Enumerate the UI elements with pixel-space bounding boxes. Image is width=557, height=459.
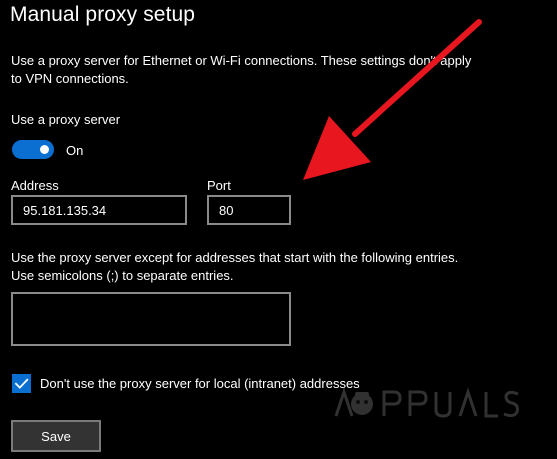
red-arrow-icon: [303, 19, 482, 180]
address-label: Address: [11, 178, 59, 193]
proxy-description: Use a proxy server for Ethernet or Wi-Fi…: [11, 53, 472, 86]
toggle-knob: [40, 145, 49, 154]
proxy-toggle-switch[interactable]: [12, 140, 54, 159]
checkmark-icon: [14, 378, 29, 389]
exceptions-label: Use the proxy server except for addresse…: [11, 250, 459, 283]
address-input[interactable]: [11, 195, 187, 225]
proxy-toggle-label: Use a proxy server: [11, 112, 121, 127]
proxy-toggle-state: On: [66, 143, 84, 158]
local-bypass-label: Don't use the proxy server for local (in…: [40, 376, 360, 391]
local-bypass-checkbox[interactable]: [12, 374, 31, 393]
port-input[interactable]: [207, 195, 291, 225]
appuals-watermark-icon: [334, 387, 519, 418]
save-button[interactable]: Save: [11, 420, 101, 452]
exceptions-input[interactable]: [11, 292, 291, 346]
port-label: Port: [207, 178, 231, 193]
page-title: Manual proxy setup: [10, 3, 196, 26]
